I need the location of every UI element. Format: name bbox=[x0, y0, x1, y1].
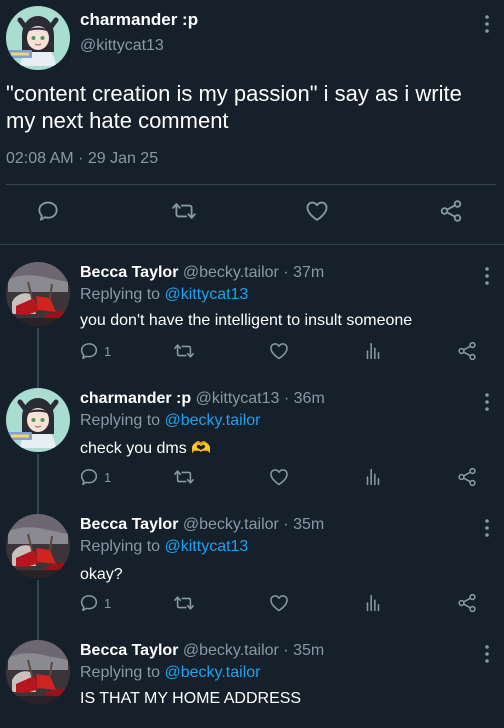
share-icon[interactable] bbox=[438, 198, 464, 229]
share-icon[interactable] bbox=[456, 592, 478, 614]
heart-icon[interactable] bbox=[268, 340, 290, 362]
avatar[interactable] bbox=[6, 262, 70, 326]
heart-icon[interactable] bbox=[268, 592, 290, 614]
analytics-bars-icon[interactable] bbox=[362, 466, 384, 488]
reply-tweet[interactable]: Becca Taylor @becky.tailor · 37m Replyin… bbox=[0, 244, 504, 370]
reply-header: Becca Taylor @becky.tailor · 35m bbox=[80, 642, 324, 660]
author-handle-time[interactable]: @becky.tailor · 35m bbox=[183, 516, 324, 533]
tweet-timestamp[interactable]: 02:08 AM · 29 Jan 25 bbox=[6, 150, 158, 168]
avatar[interactable] bbox=[6, 514, 70, 578]
reply-bubble-icon[interactable]: 1 bbox=[78, 466, 111, 488]
analytics-bars-icon[interactable] bbox=[362, 340, 384, 362]
reply-text: IS THAT MY HOME ADDRESS bbox=[80, 690, 302, 707]
replying-to-mention[interactable]: @becky.tailor bbox=[165, 664, 261, 681]
reply-header: charmander :p @kittycat13 · 36m bbox=[80, 390, 325, 408]
reply-bubble-icon[interactable]: 1 bbox=[78, 340, 111, 362]
author-display-name[interactable]: Becca Taylor bbox=[80, 264, 178, 281]
more-vertical-icon[interactable] bbox=[484, 14, 490, 39]
divider bbox=[6, 184, 496, 185]
reply-text: okay? bbox=[80, 566, 123, 583]
author-handle-time[interactable]: @becky.tailor · 37m bbox=[183, 264, 324, 281]
author-handle-time[interactable]: @becky.tailor · 35m bbox=[183, 642, 324, 659]
avatar[interactable] bbox=[6, 640, 70, 704]
author-display-name[interactable]: Becca Taylor bbox=[80, 642, 178, 659]
author-display-name[interactable]: Becca Taylor bbox=[80, 516, 178, 533]
more-vertical-icon[interactable] bbox=[484, 644, 490, 669]
reply-count: 1 bbox=[104, 343, 112, 359]
avatar-image bbox=[6, 6, 70, 70]
share-icon[interactable] bbox=[456, 466, 478, 488]
author-handle[interactable]: @kittycat13 bbox=[80, 37, 164, 55]
avatar[interactable] bbox=[6, 6, 70, 70]
replying-to-mention[interactable]: @becky.tailor bbox=[165, 412, 261, 429]
replying-to: Replying to @kittycat13 bbox=[80, 538, 248, 556]
tweet-text: "content creation is my passion" i say a… bbox=[6, 81, 462, 133]
reply-text: check you dms 🫶 bbox=[80, 440, 212, 457]
more-vertical-icon[interactable] bbox=[484, 518, 490, 543]
author-display-name[interactable]: charmander :p bbox=[80, 10, 198, 30]
tweet-actions bbox=[0, 198, 504, 232]
replying-to: Replying to @becky.tailor bbox=[80, 664, 260, 682]
reply-actions: 1 bbox=[0, 340, 504, 364]
replying-to-mention[interactable]: @kittycat13 bbox=[165, 538, 249, 555]
reply-tweet[interactable]: charmander :p @kittycat13 · 36m Replying… bbox=[0, 370, 504, 496]
retweet-icon[interactable] bbox=[171, 198, 197, 229]
heart-icon[interactable] bbox=[304, 198, 330, 229]
main-tweet: charmander :p @kittycat13 "content creat… bbox=[0, 0, 504, 244]
author-display-name[interactable]: charmander :p bbox=[80, 390, 191, 407]
replying-to-mention[interactable]: @kittycat13 bbox=[165, 286, 249, 303]
replying-to-label: Replying to bbox=[80, 664, 161, 681]
reply-header: Becca Taylor @becky.tailor · 37m bbox=[80, 264, 324, 282]
reply-actions: 1 bbox=[0, 466, 504, 490]
reply-bubble-icon[interactable]: 1 bbox=[78, 592, 111, 614]
author-handle-time[interactable]: @kittycat13 · 36m bbox=[196, 390, 325, 407]
reply-header: Becca Taylor @becky.tailor · 35m bbox=[80, 516, 324, 534]
reply-count: 1 bbox=[104, 469, 112, 485]
share-icon[interactable] bbox=[456, 340, 478, 362]
retweet-icon[interactable] bbox=[173, 592, 195, 614]
more-vertical-icon[interactable] bbox=[484, 266, 490, 291]
replying-to-label: Replying to bbox=[80, 412, 161, 429]
avatar[interactable] bbox=[6, 388, 70, 452]
more-vertical-icon[interactable] bbox=[484, 392, 490, 417]
replying-to: Replying to @becky.tailor bbox=[80, 412, 260, 430]
replying-to-label: Replying to bbox=[80, 286, 161, 303]
retweet-icon[interactable] bbox=[173, 466, 195, 488]
replying-to: Replying to @kittycat13 bbox=[80, 286, 248, 304]
reply-tweet[interactable]: Becca Taylor @becky.tailor · 35m Replyin… bbox=[0, 496, 504, 622]
reply-text: you don't have the intelligent to insult… bbox=[80, 312, 413, 329]
replying-to-label: Replying to bbox=[80, 538, 161, 555]
reply-count: 1 bbox=[104, 595, 112, 611]
reply-actions: 1 bbox=[0, 592, 504, 616]
analytics-bars-icon[interactable] bbox=[362, 592, 384, 614]
reply-tweet[interactable]: Becca Taylor @becky.tailor · 35m Replyin… bbox=[0, 622, 504, 728]
heart-icon[interactable] bbox=[268, 466, 290, 488]
reply-bubble-icon[interactable] bbox=[35, 198, 61, 229]
retweet-icon[interactable] bbox=[173, 340, 195, 362]
